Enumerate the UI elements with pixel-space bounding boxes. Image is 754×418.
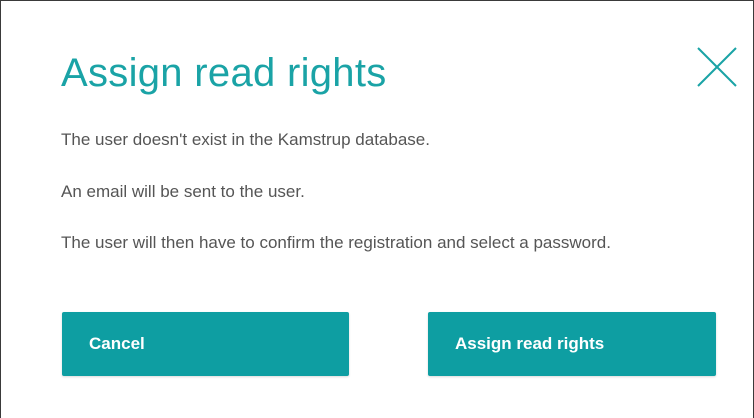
message-email-sent: An email will be sent to the user. <box>61 182 305 201</box>
assign-read-rights-dialog: Assign read rights The user doesn't exis… <box>0 0 754 418</box>
dialog-title: Assign read rights <box>61 51 387 95</box>
cancel-button[interactable]: Cancel <box>62 312 349 376</box>
close-button[interactable] <box>695 45 739 89</box>
message-confirm-registration: The user will then have to confirm the r… <box>61 233 611 252</box>
assign-read-rights-button[interactable]: Assign read rights <box>428 312 716 376</box>
close-icon <box>697 47 737 87</box>
message-user-not-exist: The user doesn't exist in the Kamstrup d… <box>61 130 430 149</box>
